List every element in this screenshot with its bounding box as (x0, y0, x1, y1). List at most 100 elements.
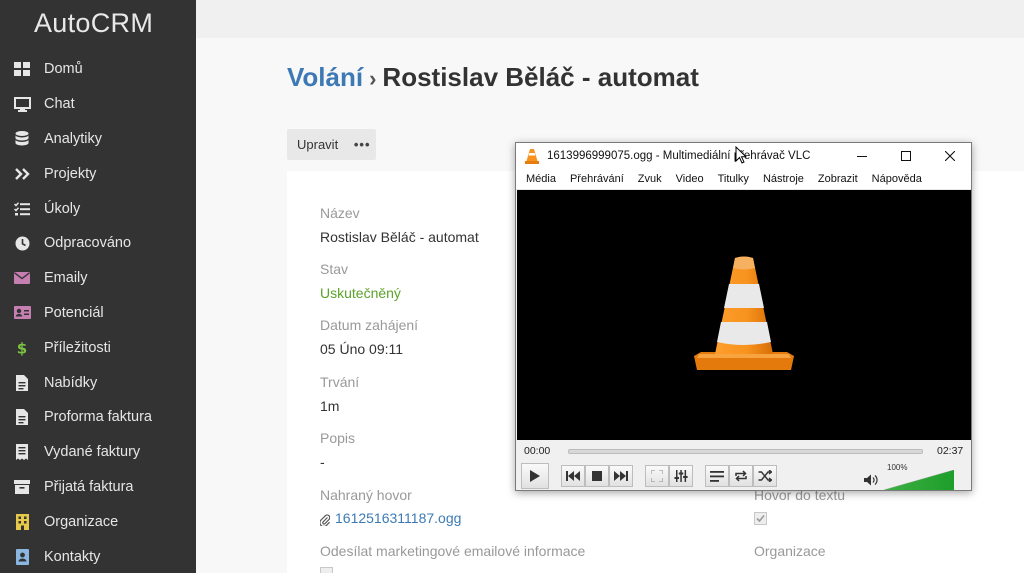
sidebar-item-nabidky[interactable]: Nabídky (0, 365, 196, 400)
menu-video[interactable]: Video (669, 173, 711, 185)
transcription-checkbox[interactable] (754, 512, 767, 525)
sidebar-item-kontakty[interactable]: Kontakty (0, 539, 196, 573)
detail-toolbar: Upravit ••• (287, 129, 377, 160)
extended-settings-button[interactable] (669, 465, 693, 487)
shuffle-button[interactable] (753, 465, 777, 487)
stop-button[interactable] (585, 465, 609, 487)
video-area[interactable] (517, 190, 971, 440)
more-actions-button[interactable]: ••• (348, 137, 376, 152)
sidebar-item-proforma-faktura[interactable]: Proforma faktura (0, 400, 196, 435)
sidebar-item-prilezitosti[interactable]: $ Příležitosti (0, 330, 196, 365)
total-time: 02:37 (937, 445, 964, 457)
loop-button[interactable] (729, 465, 753, 487)
record-title: Rostislav Běláč - automat (382, 62, 699, 92)
sidebar-item-odpracovano[interactable]: Odpracováno (0, 226, 196, 261)
recording-label: Nahraný hovor (320, 487, 412, 503)
menu-audio[interactable]: Zvuk (631, 173, 669, 185)
elapsed-time: 00:00 (524, 445, 551, 457)
menu-playback[interactable]: Přehrávání (563, 173, 631, 185)
sidebar-item-label: Analytiky (44, 130, 103, 147)
clock-icon (0, 236, 44, 251)
id-card-icon (0, 306, 44, 320)
sidebar-item-label: Kontakty (44, 548, 101, 565)
monitor-icon (0, 96, 44, 112)
checklist-icon (0, 201, 44, 216)
sidebar-item-emaily[interactable]: Emaily (0, 261, 196, 296)
marketing-emails-label: Odesílat marketingové emailové informace (320, 543, 586, 559)
sidebar-item-label: Úkoly (44, 200, 81, 217)
start-date-value: 05 Úno 09:11 (320, 341, 404, 357)
name-label: Název (320, 205, 360, 221)
menu-tools[interactable]: Nástroje (756, 173, 811, 185)
svg-text:$: $ (17, 340, 27, 356)
sidebar-item-ukoly[interactable]: Úkoly (0, 191, 196, 226)
sidebar-item-label: Příležitosti (44, 339, 111, 356)
vlc-player-window[interactable]: 1613996999075.ogg - Multimediální přehrá… (515, 142, 972, 491)
receipt-icon (0, 444, 44, 461)
sidebar-item-organizace[interactable]: Organizace (0, 504, 196, 539)
sidebar-item-analytiky[interactable]: Analytiky (0, 122, 196, 157)
description-value: - (320, 454, 325, 470)
paperclip-icon (319, 513, 331, 531)
sidebar-item-label: Domů (44, 61, 83, 78)
contact-icon (0, 548, 44, 565)
sidebar-item-label: Proforma faktura (44, 409, 152, 426)
breadcrumb-link[interactable]: Volání (287, 62, 363, 92)
playback-controls: 100% (516, 462, 971, 490)
duration-label: Trvání (320, 374, 360, 390)
sidebar-item-label: Emaily (44, 270, 88, 287)
sidebar-item-prijata-faktura[interactable]: Přijatá faktura (0, 470, 196, 505)
marketing-emails-checkbox[interactable] (320, 567, 333, 573)
status-value: Uskutečněný (320, 285, 401, 301)
building-icon (0, 513, 44, 530)
menu-media[interactable]: Média (519, 173, 563, 185)
play-button[interactable] (521, 463, 549, 489)
description-label: Popis (320, 430, 356, 446)
vlc-cone-logo (694, 256, 794, 370)
menu-view[interactable]: Zobrazit (811, 173, 865, 185)
sidebar-item-label: Nabídky (44, 374, 98, 391)
database-icon (0, 131, 44, 146)
menu-help[interactable]: Nápověda (865, 173, 929, 185)
sidebar-item-label: Přijatá faktura (44, 478, 134, 495)
seek-slider[interactable] (568, 449, 923, 454)
sidebar-item-label: Potenciál (44, 304, 104, 321)
vlc-cone-icon (525, 148, 541, 164)
seek-row: 00:00 02:37 (516, 441, 971, 461)
recording-file-link[interactable]: 1612516311187.ogg (335, 510, 461, 526)
speaker-icon[interactable] (864, 473, 878, 491)
vlc-menubar: Média Přehrávání Zvuk Video Titulky Nást… (516, 169, 971, 190)
app-logo[interactable]: AutoCRM (0, 0, 196, 52)
volume-slider[interactable] (884, 470, 954, 490)
name-value: Rostislav Běláč - automat (320, 229, 479, 245)
menu-subtitles[interactable]: Titulky (711, 173, 756, 185)
edit-button[interactable]: Upravit (287, 137, 348, 152)
fullscreen-button[interactable] (645, 465, 669, 487)
sidebar-item-vydane-faktury[interactable]: Vydané faktury (0, 435, 196, 470)
next-button[interactable] (609, 465, 633, 487)
playlist-button[interactable] (705, 465, 729, 487)
breadcrumb-separator: › (369, 66, 377, 91)
close-button[interactable] (928, 143, 972, 169)
archive-icon (0, 479, 44, 494)
vlc-window-title: 1613996999075.ogg - Multimediální přehrá… (547, 150, 811, 162)
sidebar-item-label: Chat (44, 96, 75, 113)
grid-icon (0, 62, 44, 77)
document-icon (0, 409, 44, 426)
sidebar-item-label: Organizace (44, 513, 119, 530)
envelope-icon (0, 272, 44, 285)
minimize-button[interactable] (840, 143, 884, 169)
sidebar-item-label: Projekty (44, 165, 97, 182)
top-navbar (196, 0, 1024, 38)
sidebar-item-chat[interactable]: Chat (0, 87, 196, 122)
sidebar-item-domu[interactable]: Domů (0, 52, 196, 87)
maximize-button[interactable] (884, 143, 928, 169)
previous-button[interactable] (561, 465, 585, 487)
start-date-label: Datum zahájení (320, 317, 419, 333)
chevrons-right-icon (0, 167, 44, 180)
sidebar-item-potencial[interactable]: Potenciál (0, 296, 196, 331)
page-title: Volání › Rostislav Běláč - automat (287, 62, 699, 93)
mouse-cursor (735, 146, 747, 164)
sidebar-item-projekty[interactable]: Projekty (0, 156, 196, 191)
duration-value: 1m (320, 398, 340, 414)
